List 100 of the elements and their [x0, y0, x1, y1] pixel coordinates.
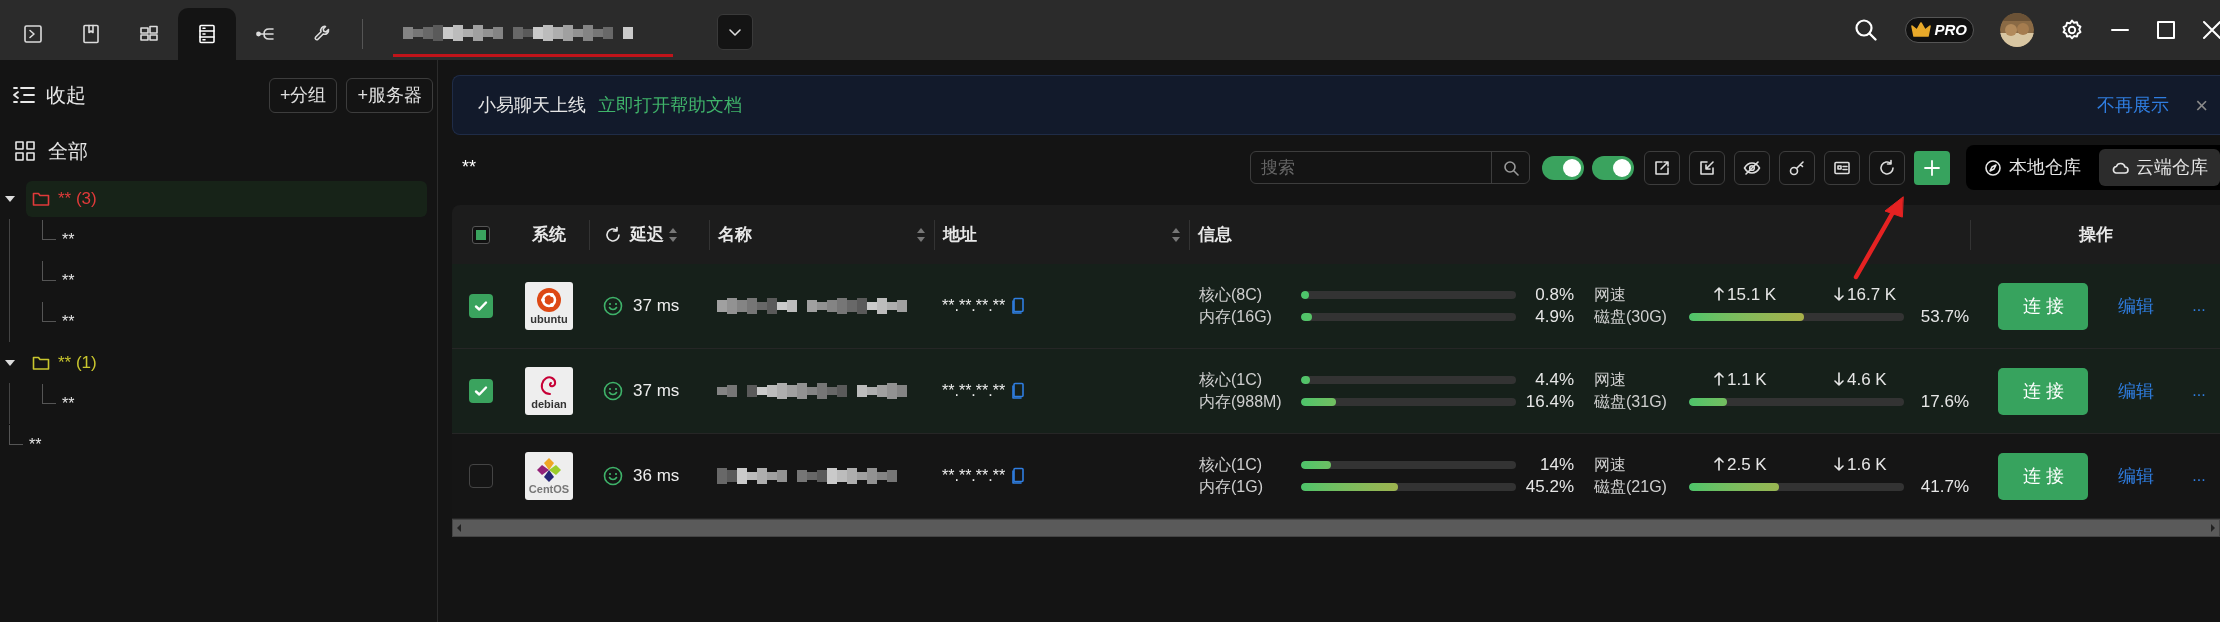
search-field[interactable]: 搜索 [1250, 151, 1530, 184]
refresh-icon[interactable] [604, 225, 622, 244]
column-header[interactable]: 操作 [2078, 221, 2113, 248]
repository-tab[interactable]: 云端仓库 [2099, 149, 2220, 186]
column-header[interactable]: 名称 [718, 221, 752, 248]
tree-item[interactable]: ** [62, 227, 75, 252]
horizontal-scrollbar[interactable] [452, 519, 2220, 537]
collapse-button[interactable]: 收起 [12, 80, 86, 110]
edit-link[interactable]: 编辑 [2118, 377, 2155, 405]
metric-label: 磁盘(30G) [1594, 307, 1668, 327]
toolbar-tab[interactable] [178, 8, 236, 60]
checkbox[interactable] [471, 225, 490, 244]
more-link[interactable]: ... [2192, 294, 2206, 318]
metric-label: 核心(1C) [1199, 370, 1264, 390]
dismiss-link[interactable]: 不再展示 [2097, 91, 2170, 119]
sort-icon[interactable] [916, 226, 926, 243]
copy-icon[interactable] [1011, 382, 1026, 400]
add-server-button[interactable]: +服务器 [346, 77, 433, 113]
checkbox[interactable] [468, 464, 493, 488]
metric-label: 网速 [1594, 455, 1627, 475]
add-button[interactable] [1914, 150, 1950, 185]
os-name: ubuntu [530, 313, 568, 325]
toolbar-button[interactable] [1689, 150, 1725, 185]
download-speed: 16.7 K [1834, 282, 1897, 308]
collapse-icon [12, 84, 36, 106]
metric-value: 4.4% [1535, 369, 1574, 392]
toolbar-button[interactable] [1644, 150, 1680, 185]
metric-label: 核心(8C) [1199, 285, 1264, 305]
checkbox[interactable] [468, 294, 493, 318]
pinwheel-icon [536, 457, 562, 483]
download-speed: 1.6 K [1834, 452, 1887, 478]
settings-icon[interactable] [2060, 18, 2084, 42]
server-list-icon [196, 23, 218, 45]
more-link[interactable]: ... [2192, 379, 2206, 403]
copy-icon[interactable] [1011, 467, 1026, 485]
terminal-icon [22, 23, 44, 45]
plus-icon [1923, 158, 1941, 177]
toolbar-button[interactable] [1869, 150, 1905, 185]
ip-address: **.**.**.** [942, 381, 1006, 401]
upload-speed: 2.5 K [1714, 452, 1834, 478]
edit-link[interactable]: 编辑 [2118, 292, 2155, 320]
repository-tab[interactable]: 本地仓库 [1972, 149, 2093, 186]
up-arrow-icon [1714, 457, 1724, 472]
notice-text: 小易聊天上线 [478, 93, 586, 117]
tree-group[interactable]: ** (3) [26, 180, 427, 217]
column-header[interactable]: 系统 [532, 221, 566, 248]
tree-item[interactable]: ** [62, 391, 75, 416]
tree-item[interactable]: ** [62, 268, 75, 293]
os-name: debian [531, 398, 567, 410]
key-icon [1788, 158, 1806, 177]
latency-value: 36 ms [633, 465, 680, 488]
refresh-icon [1878, 158, 1896, 177]
compass-icon [1984, 158, 2002, 177]
copy-icon[interactable] [1011, 297, 1026, 315]
metric-value: 53.7% [1920, 306, 1969, 329]
edit-link[interactable]: 编辑 [2118, 462, 2155, 490]
tree-item[interactable]: ** [29, 432, 42, 457]
toggle-switch[interactable] [1592, 155, 1634, 180]
scroll-right-icon [2209, 523, 2217, 533]
sort-icon[interactable] [1171, 226, 1181, 243]
metric-value: 16.4% [1525, 391, 1574, 414]
grid-icon [14, 140, 36, 162]
pro-badge[interactable]: PRO [1905, 17, 1974, 43]
more-link[interactable]: ... [2192, 464, 2206, 488]
table-row[interactable]: ubuntu 37 ms **.**.**.** 核心(8C) 0.8% 内存(16G) 4.9% 网速 15.1 K 16.7 K 磁盘(30G) 53.7% 连 接 编辑 ... [452, 264, 2220, 349]
dropdown-button[interactable] [717, 14, 753, 50]
metric-value: 4.9% [1535, 306, 1574, 329]
down-arrow-icon [1834, 372, 1844, 387]
table-row[interactable]: debian 37 ms **.**.**.** 核心(1C) 4.4% 内存(988M) 16.4% 网速 1.1 K 4.6 K 磁盘(31G) 17.6% 连 接 编辑 ... [452, 349, 2220, 434]
sort-icon[interactable] [668, 226, 678, 243]
crown-icon [1910, 21, 1933, 39]
toolbar-button[interactable] [1824, 150, 1860, 185]
metric-label: 磁盘(31G) [1594, 392, 1668, 412]
ubuntu-icon [536, 287, 562, 313]
up-arrow-icon [1714, 372, 1724, 387]
toolbar-button[interactable] [1734, 150, 1770, 185]
toggle-switch[interactable] [1542, 155, 1584, 180]
close-icon[interactable] [2202, 20, 2220, 40]
column-header[interactable]: 信息 [1198, 221, 1232, 248]
metric-value: 41.7% [1920, 476, 1969, 499]
ip-address: **.**.**.** [942, 466, 1006, 486]
all-servers-item[interactable]: 全部 [14, 130, 437, 172]
tree-line [42, 301, 56, 322]
checkbox[interactable] [468, 379, 493, 403]
help-link[interactable]: 立即打开帮助文档 [598, 91, 742, 119]
maximize-icon[interactable] [2156, 20, 2176, 40]
search-input[interactable]: 搜索 [1251, 154, 1491, 181]
toolbar-button[interactable] [1779, 150, 1815, 185]
column-header[interactable]: 地址 [943, 221, 977, 248]
metric-value: 45.2% [1525, 476, 1574, 499]
add-group-button[interactable]: +分组 [268, 77, 338, 113]
column-header[interactable]: 延迟 [630, 221, 664, 248]
search-icon[interactable] [1853, 17, 1880, 43]
tree-line [42, 260, 56, 281]
smiley-icon [603, 296, 623, 316]
metric-label: 内存(1G) [1199, 477, 1264, 497]
down-arrow-icon [1834, 457, 1844, 472]
close-button[interactable]: × [2195, 88, 2208, 122]
tree-group[interactable]: ** (1) [26, 344, 427, 381]
tree-item[interactable]: ** [62, 309, 75, 334]
